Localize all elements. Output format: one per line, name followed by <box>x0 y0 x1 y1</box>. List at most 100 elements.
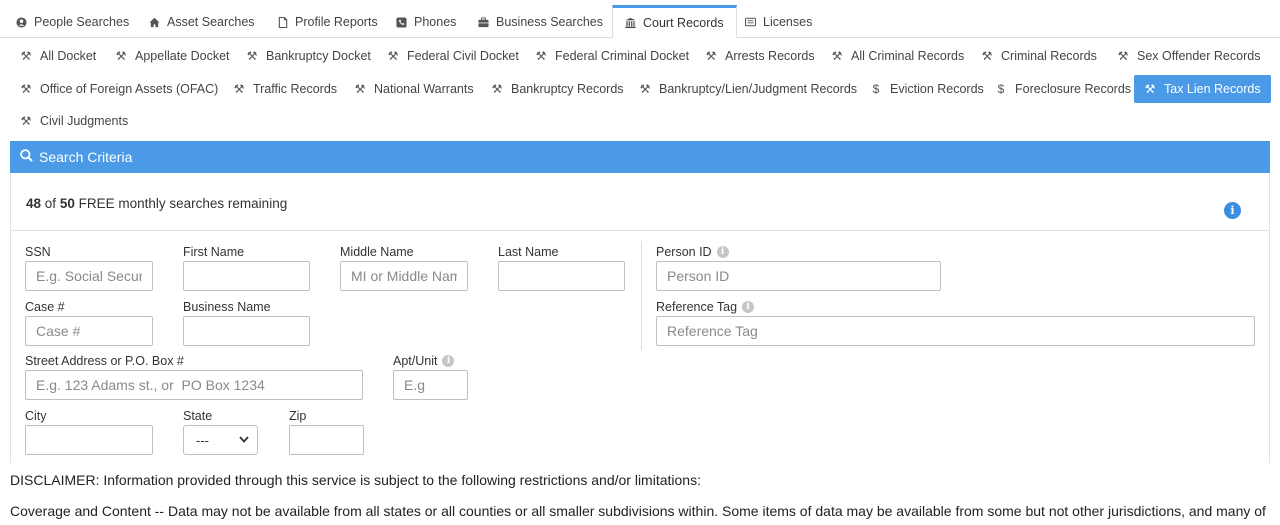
search-icon <box>20 149 33 165</box>
subtab-tax-lien-records[interactable]: ⚒ Tax Lien Records <box>1134 75 1271 103</box>
subtab-label: Bankruptcy/Lien/Judgment Records <box>659 82 858 96</box>
subtab-label: Traffic Records <box>253 82 338 96</box>
subtab-label: Arrests Records <box>725 49 815 63</box>
subtab-label: National Warrants <box>374 82 474 96</box>
gavel-icon: ⚒ <box>639 82 651 96</box>
tab-licenses[interactable]: Licenses <box>733 6 824 38</box>
ssn-input[interactable] <box>25 261 153 291</box>
gavel-icon: ⚒ <box>1144 82 1156 96</box>
gavel-icon: ⚒ <box>831 49 843 63</box>
gavel-icon: ⚒ <box>981 49 993 63</box>
divider <box>11 230 1269 231</box>
tab-label: Licenses <box>763 15 813 29</box>
zip-input[interactable] <box>289 425 364 455</box>
tab-people-searches[interactable]: People Searches <box>4 6 141 38</box>
tab-label: Court Records <box>643 15 724 30</box>
apt-unit-input[interactable] <box>393 370 468 400</box>
gavel-icon: ⚒ <box>246 49 258 63</box>
subtab-label: Foreclosure Records <box>1015 82 1132 96</box>
subtab-sex-offender-records[interactable]: ⚒ Sex Offender Records <box>1107 42 1270 70</box>
subtab-label: Bankruptcy Docket <box>266 49 371 63</box>
gavel-icon: ⚒ <box>20 82 32 96</box>
id-card-icon <box>745 17 756 28</box>
subtab-national-warrants[interactable]: ⚒ National Warrants <box>344 75 484 103</box>
help-icon[interactable]: i <box>742 301 755 313</box>
subtab-federal-criminal-docket[interactable]: ⚒ Federal Criminal Docket <box>525 42 699 70</box>
subtab-label: Office of Foreign Assets (OFAC) <box>40 82 219 96</box>
tab-label: Asset Searches <box>167 15 255 29</box>
last-name-input[interactable] <box>498 261 625 291</box>
gavel-icon: ⚒ <box>115 49 127 63</box>
tab-business-searches[interactable]: Business Searches <box>466 6 615 38</box>
street-address-input[interactable] <box>25 370 363 400</box>
case-number-label: Case # <box>25 300 65 314</box>
subtab-label: Federal Criminal Docket <box>555 49 690 63</box>
help-icon[interactable]: i <box>716 246 729 258</box>
chevron-down-icon <box>239 434 249 446</box>
subtab-label: Eviction Records <box>890 82 984 96</box>
tab-phones[interactable]: Phones <box>384 6 468 38</box>
tab-profile-reports[interactable]: Profile Reports <box>265 6 390 38</box>
middle-name-label: Middle Name <box>340 245 414 259</box>
subtab-all-docket[interactable]: ⚒ All Docket <box>10 42 106 70</box>
subtab-appellate-docket[interactable]: ⚒ Appellate Docket <box>105 42 240 70</box>
remaining-of: of <box>44 196 57 211</box>
panel-title: Search Criteria <box>39 149 133 165</box>
person-id-input[interactable] <box>656 261 941 291</box>
subtab-ofac[interactable]: ⚒ Office of Foreign Assets (OFAC) <box>10 75 228 103</box>
reference-tag-label: Reference Tag i <box>656 300 755 314</box>
subtab-civil-judgments[interactable]: ⚒ Civil Judgments <box>10 107 138 135</box>
subtab-arrests-records[interactable]: ⚒ Arrests Records <box>695 42 825 70</box>
business-name-input[interactable] <box>183 316 310 346</box>
apt-unit-label: Apt/Unit i <box>393 354 455 368</box>
dollar-icon: $ <box>997 82 1005 96</box>
disclaimer-text: DISCLAIMER: Information provided through… <box>10 472 701 488</box>
state-select[interactable]: --- <box>183 425 258 455</box>
first-name-input[interactable] <box>183 261 310 291</box>
state-selected-value: --- <box>196 432 209 448</box>
subtab-foreclosure-records[interactable]: $ Foreclosure Records <box>985 75 1141 103</box>
subtab-label: Appellate Docket <box>135 49 230 63</box>
subtab-traffic-records[interactable]: ⚒ Traffic Records <box>223 75 347 103</box>
gavel-icon: ⚒ <box>233 82 245 96</box>
subtab-label: Tax Lien Records <box>1164 82 1261 96</box>
tab-court-records[interactable]: Court Records <box>612 5 737 38</box>
middle-name-input[interactable] <box>340 261 468 291</box>
subtab-eviction-records[interactable]: $ Eviction Records <box>860 75 994 103</box>
subtab-federal-civil-docket[interactable]: ⚒ Federal Civil Docket <box>377 42 529 70</box>
gavel-icon: ⚒ <box>1117 49 1129 63</box>
briefcase-icon <box>478 16 489 28</box>
gavel-icon: ⚒ <box>491 82 503 96</box>
subtab-bankruptcy-lien-judgment-records[interactable]: ⚒ Bankruptcy/Lien/Judgment Records <box>629 75 867 103</box>
case-number-input[interactable] <box>25 316 153 346</box>
city-input[interactable] <box>25 425 153 455</box>
subtab-label: All Docket <box>40 49 97 63</box>
subtab-label: All Criminal Records <box>851 49 965 63</box>
searches-remaining: 48 of 50 FREE monthly searches remaining <box>26 196 287 211</box>
first-name-label: First Name <box>183 245 245 259</box>
subtab-bankruptcy-records[interactable]: ⚒ Bankruptcy Records <box>481 75 634 103</box>
state-label: State <box>183 409 213 423</box>
subtab-label: Criminal Records <box>1001 49 1097 63</box>
last-name-label: Last Name <box>498 245 559 259</box>
remaining-used: 48 <box>26 196 42 211</box>
phone-icon <box>396 16 407 28</box>
tab-label: People Searches <box>34 15 130 29</box>
gavel-icon: ⚒ <box>20 114 32 128</box>
help-icon[interactable]: i <box>442 355 455 367</box>
tab-asset-searches[interactable]: Asset Searches <box>137 6 267 38</box>
gavel-icon: ⚒ <box>705 49 717 63</box>
subtab-criminal-records[interactable]: ⚒ Criminal Records <box>971 42 1107 70</box>
street-address-label: Street Address or P.O. Box # <box>25 354 184 368</box>
dollar-icon: $ <box>872 82 880 96</box>
subtab-all-criminal-records[interactable]: ⚒ All Criminal Records <box>821 42 974 70</box>
gavel-icon: ⚒ <box>535 49 547 63</box>
remaining-total: 50 <box>59 196 75 211</box>
search-criteria-header: Search Criteria <box>10 141 1270 173</box>
subtab-bankruptcy-docket[interactable]: ⚒ Bankruptcy Docket <box>236 42 381 70</box>
coverage-text: Coverage and Content -- Data may not be … <box>10 503 1266 519</box>
reference-tag-input[interactable] <box>656 316 1255 346</box>
info-icon[interactable]: i <box>1224 202 1241 219</box>
gavel-icon: ⚒ <box>20 49 32 63</box>
tab-label: Phones <box>414 15 457 29</box>
